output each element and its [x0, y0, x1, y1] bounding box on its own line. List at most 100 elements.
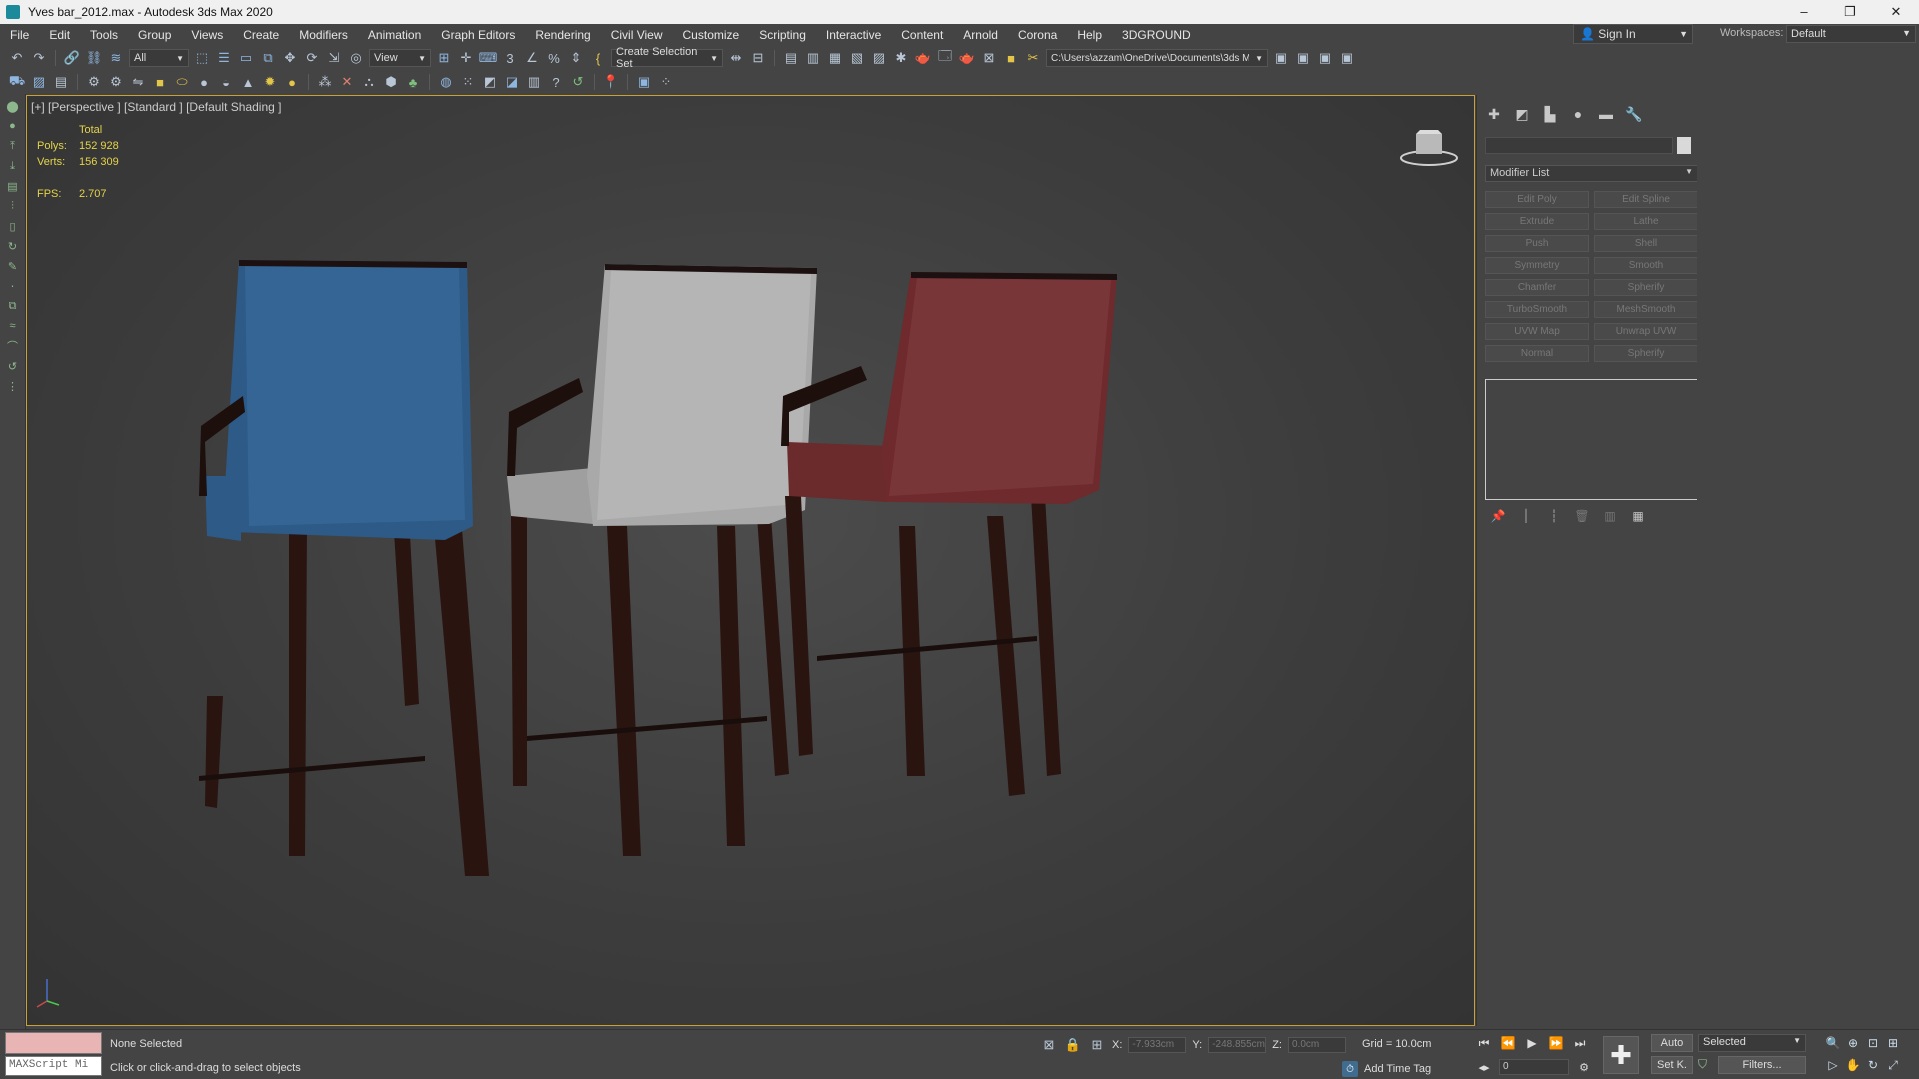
material-editor-icon[interactable]: ✱	[892, 49, 910, 67]
hierarchy-tool-icon[interactable]: ⤒	[5, 138, 21, 154]
add-time-tag[interactable]: ⏱ Add Time Tag	[1342, 1061, 1431, 1077]
select-object-icon[interactable]: ⬚	[193, 49, 211, 67]
curve-editor-icon[interactable]: ▧	[848, 49, 866, 67]
place-icon[interactable]: ◎	[347, 49, 365, 67]
zoom-extents-icon[interactable]: ⊡	[1864, 1034, 1882, 1052]
modifier-stack-list[interactable]	[1485, 379, 1698, 500]
modifier-unwrap-uvw-button[interactable]: Unwrap UVW	[1594, 323, 1698, 340]
x-coordinate-field[interactable]: -7.933cm	[1128, 1037, 1187, 1053]
remove-modifier-icon[interactable]: 🗑	[1573, 507, 1591, 525]
zoom-extents-all-icon[interactable]: ⊞	[1884, 1034, 1902, 1052]
menu-create[interactable]: Create	[233, 28, 289, 42]
menu-content[interactable]: Content	[891, 28, 953, 42]
rectangular-selection-icon[interactable]: ▭	[237, 49, 255, 67]
make-unique-icon[interactable]: ┇	[1545, 507, 1563, 525]
perspective-viewport[interactable]: [+] [Perspective ] [Standard ] [Default …	[26, 95, 1475, 1026]
hair-icon[interactable]: ⁂	[316, 73, 334, 91]
menu-arnold[interactable]: Arnold	[953, 28, 1008, 42]
open-explorer-icon[interactable]: ▤	[52, 73, 70, 91]
pan-icon[interactable]: ✋	[1844, 1056, 1862, 1074]
restore-button[interactable]: ❐	[1827, 4, 1873, 20]
fb-icon[interactable]: ▣	[635, 73, 653, 91]
utility-tool-icon[interactable]: ⫶	[5, 198, 21, 214]
modifier-turbosmooth-button[interactable]: TurboSmooth	[1485, 301, 1589, 318]
redo-icon[interactable]: ↷	[30, 49, 48, 67]
project-structure-icon[interactable]: ▣	[1338, 49, 1356, 67]
chair-grey[interactable]	[507, 264, 817, 856]
hide-selection-icon[interactable]: ⚙	[107, 73, 125, 91]
schematic-view-icon[interactable]: ▨	[870, 49, 888, 67]
array-icon[interactable]: ⁙	[459, 73, 477, 91]
maxscript-listener[interactable]	[5, 1032, 102, 1054]
display-tool-icon[interactable]: ▤	[5, 178, 21, 194]
close-button[interactable]: ✕	[1873, 4, 1919, 20]
menu-corona[interactable]: Corona	[1008, 28, 1067, 42]
orbit-icon[interactable]: ↻	[1864, 1056, 1882, 1074]
delete-icon[interactable]: ▥	[1601, 507, 1619, 525]
modifier-meshsmooth-button[interactable]: MeshSmooth	[1594, 301, 1698, 318]
modifier-edit-spline-button[interactable]: Edit Spline	[1594, 191, 1698, 208]
undo-scene-icon[interactable]: ↺	[569, 73, 587, 91]
keyboard-shortcut-override-icon[interactable]: ⌨	[479, 49, 498, 67]
hierarchy-tab-icon[interactable]: ▙	[1541, 105, 1559, 123]
select-manipulate-icon[interactable]: ✛	[457, 49, 475, 67]
object-color-swatch[interactable]	[1677, 137, 1691, 154]
sun-icon[interactable]: ●	[283, 73, 301, 91]
modifier-lathe-button[interactable]: Lathe	[1594, 213, 1698, 230]
help-icon[interactable]: ?	[547, 73, 565, 91]
modifier-extrude-button[interactable]: Extrude	[1485, 213, 1589, 230]
rendered-frame-window-icon[interactable]: 🗔	[936, 48, 954, 67]
corona-render-icon[interactable]: ■	[1002, 49, 1020, 67]
y-coordinate-field[interactable]: -248.855cm	[1208, 1037, 1267, 1053]
mirror-icon[interactable]: ⇹	[727, 49, 745, 67]
edit-named-selection-icon[interactable]: {	[589, 49, 607, 67]
scene-explorer-icon[interactable]: ▤	[782, 49, 800, 67]
utilities-tab-icon[interactable]: 🔧	[1625, 105, 1643, 123]
spinner-snap-icon[interactable]: ⇕	[567, 49, 585, 67]
menu-3dground[interactable]: 3DGROUND	[1112, 28, 1201, 42]
lock-icon[interactable]: 🔒	[1064, 1036, 1082, 1054]
sphere-primitive-icon[interactable]: ●	[195, 73, 213, 91]
align-icon[interactable]: ⊟	[749, 49, 767, 67]
move-icon[interactable]: ✥	[281, 49, 299, 67]
configure-modifier-sets-icon[interactable]: ▦	[1629, 507, 1647, 525]
menu-graph-editors[interactable]: Graph Editors	[431, 28, 525, 42]
modifier-list-dropdown[interactable]: Modifier List ▼	[1485, 165, 1698, 182]
select-by-name-icon[interactable]: ☰	[215, 49, 233, 67]
menu-civil-view[interactable]: Civil View	[601, 28, 673, 42]
time-config-icon[interactable]: ◂▸	[1475, 1058, 1493, 1076]
set-project-icon[interactable]: ▣	[1294, 49, 1312, 67]
percent-snap-icon[interactable]: %	[545, 49, 563, 67]
zoom-icon[interactable]: 🔍	[1824, 1034, 1842, 1052]
select-tool-icon[interactable]: ▯	[5, 218, 21, 234]
menu-customize[interactable]: Customize	[673, 28, 750, 42]
pin-icon[interactable]: 📍	[602, 73, 620, 91]
modifier-symmetry-button[interactable]: Symmetry	[1485, 257, 1589, 274]
isolate-selection-icon[interactable]: ⚙	[85, 73, 103, 91]
curve-tool-icon[interactable]: ⌒	[5, 338, 21, 354]
reference-coordinate-dropdown[interactable]: View ▼	[369, 49, 431, 67]
rotate-icon[interactable]: ⟳	[303, 49, 321, 67]
sculpt-tool-icon[interactable]: ≈	[5, 318, 21, 334]
toggle-ribbon-icon[interactable]: ▦	[826, 49, 844, 67]
create-tool-icon[interactable]: ⬤	[5, 98, 21, 114]
walkthrough-icon[interactable]: ⛟	[8, 73, 26, 91]
motion-tool-icon[interactable]: ⤓	[5, 158, 21, 174]
render-iterative-icon[interactable]: ⊠	[980, 49, 998, 67]
selection-filter-dropdown[interactable]: All ▼	[129, 49, 189, 67]
align-view-icon[interactable]: ▥	[525, 73, 543, 91]
light-icon[interactable]: ✹	[261, 73, 279, 91]
material-slate-icon[interactable]: ◩	[481, 73, 499, 91]
next-frame-icon[interactable]: ⏩	[1547, 1034, 1565, 1052]
scale-icon[interactable]: ⇲	[325, 49, 343, 67]
bind-space-warp-icon[interactable]: ≋	[107, 49, 125, 67]
menu-tools[interactable]: Tools	[80, 28, 128, 42]
go-to-start-icon[interactable]: ⏮	[1475, 1034, 1493, 1052]
key-mode-dropdown[interactable]: Selected ▼	[1698, 1034, 1806, 1052]
isolate-icon[interactable]: ⊠	[1040, 1036, 1058, 1054]
dots-grid-icon[interactable]: ⁘	[657, 73, 675, 91]
modifier-push-button[interactable]: Push	[1485, 235, 1589, 252]
key-filter-icon[interactable]: ⛉	[1698, 1057, 1707, 1072]
modifier-spherify-button[interactable]: Spherify	[1594, 279, 1698, 296]
undo-icon[interactable]: ↶	[8, 49, 26, 67]
